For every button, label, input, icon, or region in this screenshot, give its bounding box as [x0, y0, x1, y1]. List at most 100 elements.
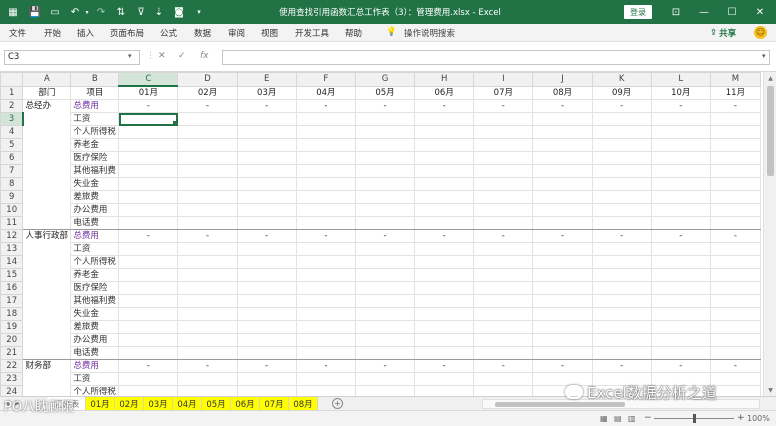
share-button[interactable]: ⇪ 共享: [706, 26, 740, 40]
cell-value[interactable]: [237, 307, 297, 321]
cell-value[interactable]: [118, 320, 179, 334]
cell-value[interactable]: [355, 125, 416, 139]
row-header-15[interactable]: 15: [0, 268, 24, 282]
cell-value[interactable]: [296, 242, 356, 256]
cell-value[interactable]: [710, 294, 762, 308]
cell-value[interactable]: [296, 164, 356, 178]
cell-month-total[interactable]: -: [118, 229, 179, 243]
insert-function-icon[interactable]: fx: [200, 51, 209, 61]
cell-value[interactable]: [177, 294, 238, 308]
cell-value[interactable]: [237, 268, 297, 282]
cell-value[interactable]: [237, 294, 297, 308]
cell-value[interactable]: [177, 112, 238, 126]
cell-value[interactable]: [473, 151, 534, 165]
cell-value[interactable]: [177, 333, 238, 347]
minimize-icon[interactable]: —: [694, 3, 714, 21]
cell-department[interactable]: 总经办: [22, 99, 72, 113]
cell-item[interactable]: 医疗保险: [70, 281, 120, 295]
cell-value[interactable]: [355, 346, 416, 360]
cell-value[interactable]: [651, 346, 711, 360]
cell-value[interactable]: [118, 151, 179, 165]
cell-value[interactable]: [473, 203, 534, 217]
row-header-18[interactable]: 18: [0, 307, 24, 321]
cell-value[interactable]: [355, 385, 416, 396]
cell-department[interactable]: 财务部: [22, 359, 72, 373]
page-layout-view-icon[interactable]: ▤: [614, 414, 622, 423]
cell-value[interactable]: [710, 177, 762, 191]
cell-value[interactable]: [710, 125, 762, 139]
cell-value[interactable]: [592, 190, 652, 204]
cancel-icon[interactable]: ✕: [158, 51, 166, 61]
cell-value[interactable]: [710, 112, 762, 126]
cell-value[interactable]: [296, 333, 356, 347]
cell-month-total[interactable]: -: [118, 99, 179, 113]
cell-total-label[interactable]: 总费用: [70, 99, 120, 113]
column-header-b[interactable]: B: [70, 72, 120, 87]
column-header-g[interactable]: G: [354, 72, 416, 87]
cell-value[interactable]: [532, 203, 593, 217]
cell-value[interactable]: [237, 216, 297, 230]
zoom-out-icon[interactable]: −: [644, 413, 652, 423]
cell-item[interactable]: 工资: [70, 112, 120, 126]
cell-value[interactable]: [592, 320, 652, 334]
cell-value[interactable]: [237, 346, 297, 360]
sheet-tab-04[interactable]: 04月: [173, 397, 202, 411]
cell-value[interactable]: [651, 138, 711, 152]
cell-month-header[interactable]: 04月: [296, 86, 356, 100]
cell-value[interactable]: [592, 255, 652, 269]
cell-value[interactable]: [473, 320, 534, 334]
tab-formulas[interactable]: 公式: [160, 27, 177, 39]
cell-value[interactable]: [473, 255, 534, 269]
sheet-tab-05[interactable]: 05月: [202, 397, 231, 411]
cell-value[interactable]: [118, 372, 179, 386]
cell-value[interactable]: [710, 216, 762, 230]
cell-item[interactable]: 电话费: [70, 346, 120, 360]
cell-dept-header[interactable]: 部门: [22, 86, 72, 100]
cell-value[interactable]: [414, 307, 475, 321]
column-header-e[interactable]: E: [236, 72, 297, 87]
cell-value[interactable]: [532, 177, 593, 191]
cell-value[interactable]: [592, 294, 652, 308]
cell-month-total[interactable]: -: [296, 99, 356, 113]
cell-value[interactable]: [355, 138, 416, 152]
cell-month-total[interactable]: -: [710, 99, 762, 113]
cell-month-total[interactable]: -: [414, 99, 475, 113]
cell-value[interactable]: [118, 346, 179, 360]
cell-value[interactable]: [118, 307, 179, 321]
row-header-8[interactable]: 8: [0, 177, 24, 191]
cell-value[interactable]: [177, 268, 238, 282]
cell-value[interactable]: [532, 216, 593, 230]
cell-item[interactable]: 个人所得税: [70, 385, 120, 396]
cell-value[interactable]: [651, 164, 711, 178]
cell-value[interactable]: [237, 138, 297, 152]
cell-value[interactable]: [592, 268, 652, 282]
cell-month-total[interactable]: -: [710, 359, 762, 373]
cell-value[interactable]: [237, 177, 297, 191]
scroll-up-icon[interactable]: ▲: [764, 72, 776, 84]
cell-month-total[interactable]: -: [532, 99, 593, 113]
cell-month-header[interactable]: 09月: [592, 86, 652, 100]
row-header-16[interactable]: 16: [0, 281, 24, 295]
cell-value[interactable]: [177, 177, 238, 191]
cell-value[interactable]: [177, 281, 238, 295]
cell-value[interactable]: [177, 151, 238, 165]
cell-value[interactable]: [237, 164, 297, 178]
row-header-7[interactable]: 7: [0, 164, 24, 178]
cell-value[interactable]: [532, 346, 593, 360]
cell-month-total[interactable]: -: [177, 99, 238, 113]
cell-month-total[interactable]: -: [177, 229, 238, 243]
column-header-m[interactable]: M: [709, 72, 762, 87]
cell-department[interactable]: 人事行政部: [22, 229, 72, 243]
cell-value[interactable]: [237, 385, 297, 396]
sheet-tab-01[interactable]: 01月: [86, 397, 115, 411]
active-cell[interactable]: [118, 112, 179, 126]
cell-value[interactable]: [355, 177, 416, 191]
cell-value[interactable]: [118, 125, 179, 139]
cell-value[interactable]: [651, 203, 711, 217]
cell-value[interactable]: [296, 294, 356, 308]
cell-value[interactable]: [414, 177, 475, 191]
cell-value[interactable]: [296, 268, 356, 282]
zoom-level[interactable]: 100%: [747, 414, 770, 423]
cell-value[interactable]: [651, 255, 711, 269]
column-header-j[interactable]: J: [532, 72, 593, 87]
